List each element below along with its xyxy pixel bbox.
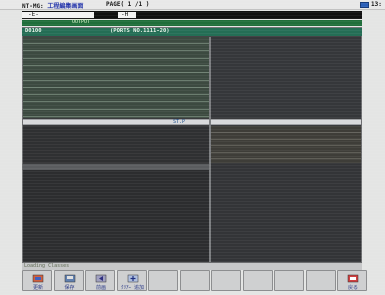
list-row[interactable] <box>23 88 209 96</box>
function-key-label: 前画 <box>95 285 106 291</box>
header-right: (PORTS NO.1111-20) <box>110 28 170 34</box>
function-key-6[interactable] <box>179 270 210 291</box>
refresh-icon <box>32 274 44 283</box>
condition-row[interactable] <box>211 127 361 133</box>
right-panel <box>211 37 361 118</box>
mid-left-panel <box>23 126 209 163</box>
list-row[interactable] <box>23 52 209 59</box>
function-key-2[interactable]: 保存 <box>53 270 84 291</box>
function-key-label: ｸﾘｱｰ 追加 <box>120 285 144 291</box>
function-key-10[interactable] <box>305 270 336 291</box>
separator-label: ST.P <box>173 119 186 125</box>
panel-divider <box>209 37 211 262</box>
function-key-8[interactable] <box>242 270 273 291</box>
save-icon <box>64 274 76 283</box>
function-key-3[interactable]: 前画 <box>85 270 115 291</box>
condition-row[interactable] <box>211 153 361 159</box>
process-list[interactable] <box>23 37 209 118</box>
lower-left-panel <box>23 170 209 262</box>
condition-row[interactable] <box>211 134 361 140</box>
list-row[interactable] <box>23 37 209 44</box>
title-jp: 工程編集画面 <box>47 3 84 10</box>
list-row[interactable] <box>23 95 209 103</box>
title-prefix: NT-MG: <box>22 3 44 10</box>
mode-right-text: -H <box>121 11 129 18</box>
function-key-row: 更新 保存 前画 ｸﾘｱｰ 追加 戻る <box>22 270 382 292</box>
nc-screen: NT-MG: 工程編集画面 PAGE( 1 /1 ) 13: -E- -H OU… <box>0 0 385 295</box>
add-icon <box>127 274 139 283</box>
output-label: OUTPUT <box>72 19 91 25</box>
function-key-1[interactable]: 更新 <box>22 270 52 291</box>
mode-left-text: -E- <box>28 11 39 18</box>
lower-right-panel <box>211 164 361 262</box>
header-left: D0100 <box>25 28 42 34</box>
function-key-9[interactable] <box>274 270 304 291</box>
mode-bar: -E- -H <box>22 11 362 19</box>
function-key-label: 更新 <box>32 285 43 291</box>
status-text: Loading Classes <box>24 263 70 269</box>
back-icon <box>95 274 107 283</box>
title-bar: NT-MG: 工程編集画面 PAGE( 1 /1 ) 13: <box>0 0 385 10</box>
mid-right-list[interactable] <box>211 126 361 163</box>
status-bar: Loading Classes <box>22 263 362 270</box>
list-header: D0100 (PORTS NO.1111-20) <box>22 28 362 36</box>
list-row[interactable] <box>23 74 209 81</box>
list-row[interactable] <box>23 110 209 117</box>
output-strip: OUTPUT <box>22 19 362 26</box>
mode-segment-left: -E- <box>22 11 94 18</box>
clock: 13: <box>371 1 382 8</box>
list-row[interactable] <box>23 44 209 52</box>
function-key-5[interactable] <box>148 270 178 291</box>
window-title: NT-MG: 工程編集画面 <box>22 1 83 10</box>
separator-bar: ST.P <box>23 119 361 125</box>
list-row[interactable] <box>23 59 209 66</box>
return-icon <box>347 274 359 283</box>
function-key-11[interactable]: 戻る <box>337 270 367 291</box>
function-key-label: 戻る <box>347 285 358 291</box>
condition-row[interactable] <box>211 140 361 146</box>
page-indicator: PAGE( 1 /1 ) <box>106 1 150 8</box>
function-key-4[interactable]: ｸﾘｱｰ 追加 <box>116 270 147 291</box>
function-key-label: 保存 <box>64 285 75 291</box>
function-key-7[interactable] <box>211 270 241 291</box>
list-row[interactable] <box>23 103 209 110</box>
condition-row[interactable] <box>211 147 361 153</box>
mode-segment-right: -H <box>118 11 136 18</box>
list-row[interactable] <box>23 81 209 88</box>
list-row[interactable] <box>23 66 209 74</box>
keyboard-icon[interactable] <box>360 2 369 8</box>
